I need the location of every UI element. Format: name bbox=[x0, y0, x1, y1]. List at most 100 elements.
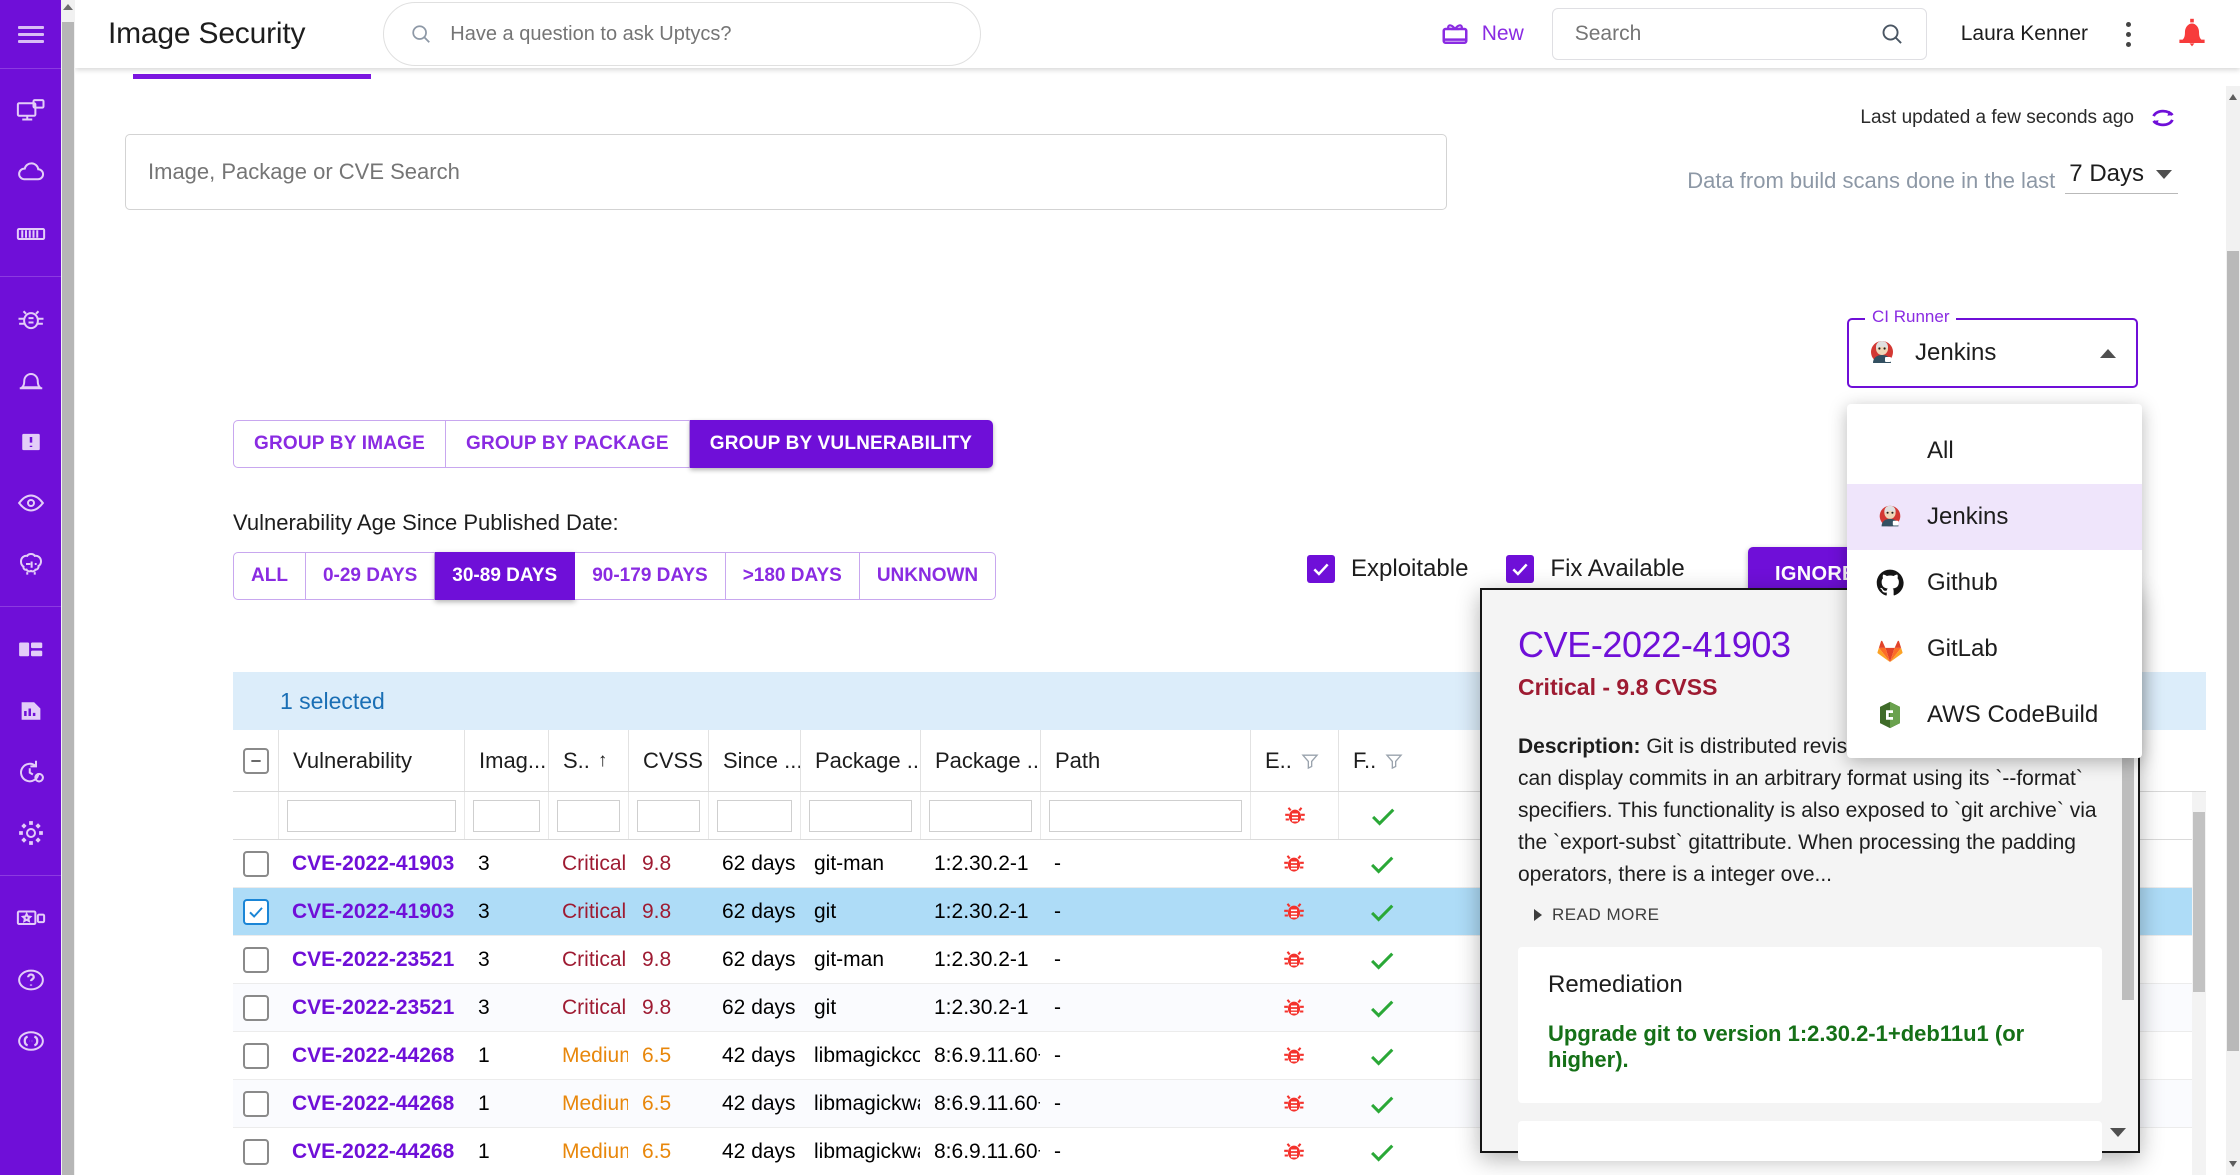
table-scrollbar-thumb[interactable] bbox=[2193, 812, 2205, 992]
global-search[interactable] bbox=[1551, 8, 1927, 60]
sidebar-item-reports[interactable] bbox=[0, 680, 61, 741]
hamburger-menu-button[interactable] bbox=[0, 0, 61, 68]
image-package-cve-search[interactable] bbox=[125, 134, 1447, 210]
ci-runner-option-github[interactable]: Github bbox=[1847, 550, 2142, 616]
data-range-select[interactable]: 7 Days bbox=[2065, 160, 2178, 194]
column-header-image[interactable]: Imag... bbox=[464, 730, 548, 791]
fix-available-checkbox[interactable] bbox=[1506, 555, 1535, 583]
column-header-exploitable[interactable]: E.. bbox=[1250, 730, 1338, 791]
cell-vulnerability[interactable]: CVE-2022-44268 bbox=[278, 1128, 464, 1175]
filter-cvss[interactable] bbox=[628, 792, 708, 839]
table-scrollbar[interactable] bbox=[2192, 792, 2206, 1175]
filter-vulnerability-input[interactable] bbox=[287, 799, 456, 832]
ask-uptycs-search[interactable] bbox=[383, 2, 982, 66]
scroll-up-arrow-icon[interactable] bbox=[63, 4, 73, 10]
group-by-image-button[interactable]: GROUP BY IMAGE bbox=[233, 420, 447, 468]
sidebar-item-alerts[interactable] bbox=[0, 350, 61, 411]
notification-bell-icon[interactable] bbox=[2174, 14, 2210, 55]
exploitable-checkbox[interactable] bbox=[1307, 555, 1335, 583]
age-filter-180-plus[interactable]: >180 DAYS bbox=[725, 552, 860, 600]
column-header-since[interactable]: Since ... bbox=[708, 730, 800, 791]
select-all-checkbox[interactable] bbox=[243, 747, 269, 774]
filter-severity-input[interactable] bbox=[557, 799, 620, 832]
row-checkbox[interactable] bbox=[243, 850, 269, 877]
row-checkbox[interactable] bbox=[243, 946, 269, 973]
filter-package-name[interactable] bbox=[800, 792, 920, 839]
filter-path-input[interactable] bbox=[1049, 799, 1242, 832]
ci-runner-select[interactable]: CI Runner Jenkins bbox=[1847, 307, 2138, 388]
outer-scrollbar[interactable] bbox=[61, 0, 75, 1175]
ci-runner-option-gitlab[interactable]: GitLab bbox=[1847, 616, 2142, 682]
page-scrollbar[interactable] bbox=[2226, 86, 2240, 1175]
more-vertical-icon[interactable] bbox=[2116, 21, 2140, 47]
filter-image-input[interactable] bbox=[473, 799, 540, 832]
sidebar-item-intelligence[interactable] bbox=[0, 533, 61, 594]
cell-vulnerability[interactable]: CVE-2022-41903 bbox=[278, 840, 464, 887]
user-name[interactable]: Laura Kenner bbox=[1961, 22, 2088, 46]
sidebar-item-jobs[interactable] bbox=[0, 741, 61, 802]
refresh-icon[interactable] bbox=[2148, 103, 2178, 133]
age-filter-0-29[interactable]: 0-29 DAYS bbox=[305, 552, 436, 600]
sidebar-item-containers[interactable] bbox=[0, 203, 61, 264]
column-header-package-version[interactable]: Package ... bbox=[920, 730, 1040, 791]
age-filter-90-179[interactable]: 90-179 DAYS bbox=[575, 552, 726, 600]
sidebar-item-assets[interactable] bbox=[0, 81, 61, 142]
scrollbar-thumb[interactable] bbox=[62, 22, 74, 1175]
column-header-severity[interactable]: S.. ↑ bbox=[548, 730, 628, 791]
page-scroll-up-arrow-icon[interactable] bbox=[2229, 94, 2237, 100]
funnel-icon[interactable] bbox=[1300, 751, 1320, 771]
sidebar-item-threats[interactable] bbox=[0, 289, 61, 350]
row-checkbox[interactable] bbox=[243, 1090, 269, 1117]
group-by-vulnerability-button[interactable]: GROUP BY VULNERABILITY bbox=[689, 420, 994, 468]
page-scroll-down-arrow-icon[interactable] bbox=[2229, 1161, 2237, 1167]
filter-vulnerability[interactable] bbox=[278, 792, 464, 839]
sidebar-item-settings[interactable] bbox=[0, 802, 61, 863]
ask-uptycs-input[interactable] bbox=[450, 22, 955, 46]
new-button[interactable]: New bbox=[1440, 19, 1524, 49]
filter-cvss-input[interactable] bbox=[637, 799, 700, 832]
group-by-package-button[interactable]: GROUP BY PACKAGE bbox=[446, 420, 690, 468]
cell-vulnerability[interactable]: CVE-2022-41903 bbox=[278, 888, 464, 935]
column-header-package-name[interactable]: Package ... bbox=[800, 730, 920, 791]
cell-vulnerability[interactable]: CVE-2022-23521 bbox=[278, 936, 464, 983]
filter-package-version[interactable] bbox=[920, 792, 1040, 839]
search-input[interactable] bbox=[1574, 22, 1880, 46]
chevron-up-icon[interactable] bbox=[2100, 348, 2116, 358]
age-filter-unknown[interactable]: UNKNOWN bbox=[859, 552, 997, 600]
filter-severity[interactable] bbox=[548, 792, 628, 839]
filter-image[interactable] bbox=[464, 792, 548, 839]
filter-package-version-input[interactable] bbox=[929, 799, 1032, 832]
filter-since[interactable] bbox=[708, 792, 800, 839]
age-filter-all[interactable]: ALL bbox=[233, 552, 306, 600]
ci-runner-option-jenkins[interactable]: Jenkins bbox=[1847, 484, 2142, 550]
sidebar-item-dashboards[interactable] bbox=[0, 619, 61, 680]
column-header-fix-available[interactable]: F.. bbox=[1338, 730, 1426, 791]
column-header-path[interactable]: Path bbox=[1040, 730, 1250, 791]
sidebar-item-observability[interactable] bbox=[0, 472, 61, 533]
column-header-cvss[interactable]: CVSS bbox=[628, 730, 708, 791]
sidebar-item-cloud[interactable] bbox=[0, 142, 61, 203]
filter-package-name-input[interactable] bbox=[809, 799, 912, 832]
sidebar-item-detections[interactable] bbox=[0, 411, 61, 472]
cell-vulnerability[interactable]: CVE-2022-44268 bbox=[278, 1080, 464, 1127]
cell-vulnerability[interactable]: CVE-2022-23521 bbox=[278, 984, 464, 1031]
detail-scroll-down-icon[interactable] bbox=[2110, 1128, 2126, 1137]
ci-runner-option-aws-codebuild[interactable]: AWS CodeBuild bbox=[1847, 682, 2142, 748]
filter-path[interactable] bbox=[1040, 792, 1250, 839]
ci-runner-option-all[interactable]: All bbox=[1847, 418, 2142, 484]
sidebar-item-api[interactable] bbox=[0, 1010, 61, 1071]
row-checkbox[interactable] bbox=[243, 1138, 269, 1165]
row-checkbox[interactable] bbox=[243, 1042, 269, 1069]
funnel-icon[interactable] bbox=[1384, 751, 1404, 771]
sidebar-item-help[interactable] bbox=[0, 949, 61, 1010]
row-checkbox[interactable] bbox=[243, 994, 269, 1021]
age-filter-30-89[interactable]: 30-89 DAYS bbox=[435, 552, 576, 600]
filter-since-input[interactable] bbox=[717, 799, 792, 832]
column-header-vulnerability[interactable]: Vulnerability bbox=[278, 730, 464, 791]
sidebar-item-whats-new[interactable] bbox=[0, 888, 61, 949]
cell-vulnerability[interactable]: CVE-2022-44268 bbox=[278, 1032, 464, 1079]
page-scrollbar-thumb[interactable] bbox=[2227, 251, 2239, 1051]
read-more-button[interactable]: READ MORE bbox=[1534, 905, 2102, 925]
row-checkbox[interactable] bbox=[243, 898, 269, 925]
image-search-input[interactable] bbox=[148, 159, 1424, 185]
